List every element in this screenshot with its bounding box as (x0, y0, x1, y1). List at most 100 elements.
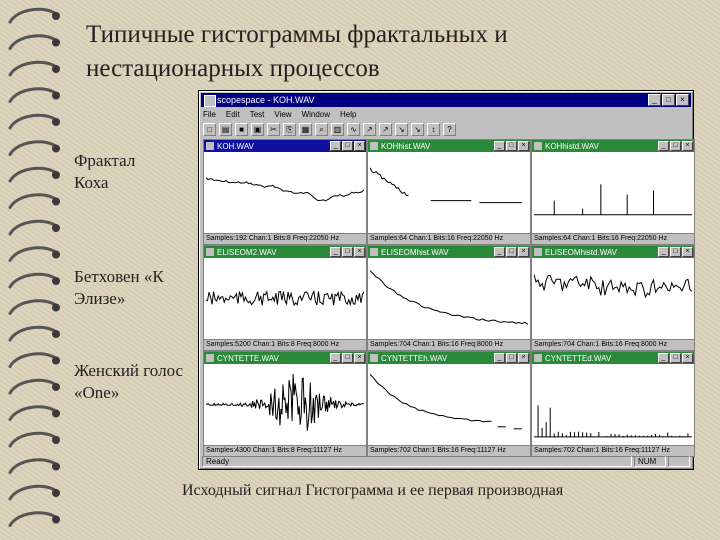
menu-window[interactable]: Window (302, 110, 330, 119)
child-window-status: Samples:192 Chan:1 Bits:8 Freq:22050 Hz (204, 233, 366, 244)
document-icon[interactable] (534, 142, 542, 150)
document-icon[interactable] (370, 354, 378, 362)
label-koch-fractal: Фрактал Коха (74, 151, 136, 192)
tool-icon[interactable]: ↘ (411, 122, 424, 136)
close-button[interactable]: × (676, 94, 689, 106)
child-window-title: KOH.WAV (217, 141, 254, 151)
maximize-button[interactable]: □ (342, 141, 353, 151)
child-window[interactable]: KOH.WAV _ □ × Samples:192 Chan:1 Bits:8 Freq… (203, 139, 367, 245)
child-window[interactable]: CYNTETTEd.WAV _ □ × Samples:702 Chan:1 Bits:… (531, 351, 695, 457)
spiral-ring (8, 405, 58, 421)
child-window-title: CYNTETTE.WAV (217, 353, 279, 363)
minimize-button[interactable]: _ (330, 353, 341, 363)
child-window-titlebar[interactable]: ELISEOMhist.WAV _ □ × (368, 246, 530, 258)
derivative-trace (534, 274, 692, 299)
status-num: NUM (634, 456, 666, 467)
label-female-voice: Женский голос «One» (74, 361, 184, 402)
child-window[interactable]: KOHhist.WAV _ □ × Samples:64 Chan:1 Bits:16 … (367, 139, 531, 245)
document-icon[interactable] (534, 354, 542, 362)
menu-help[interactable]: Help (340, 110, 356, 119)
save-icon[interactable]: ■ (235, 122, 248, 136)
tool-icon[interactable]: ↕ (427, 122, 440, 136)
window-titlebar[interactable]: scopespace - KOH.WAV _ □ × (201, 93, 691, 107)
close-button[interactable]: × (354, 353, 365, 363)
close-button[interactable]: × (518, 141, 529, 151)
child-window-titlebar[interactable]: KOHhist.WAV _ □ × (368, 140, 530, 152)
spiral-ring (8, 325, 58, 342)
child-window-titlebar[interactable]: KOH.WAV _ □ × (204, 140, 366, 152)
spiral-hole (52, 224, 60, 232)
document-icon[interactable] (206, 354, 214, 362)
child-window-status: Samples:5200 Chan:1 Bits:8 Freq:8000 Hz (204, 339, 366, 350)
document-icon[interactable] (206, 142, 214, 150)
menu-test[interactable]: Test (250, 110, 265, 119)
help-icon[interactable]: ? (443, 122, 456, 136)
child-window-titlebar[interactable]: CYNTETTEd.WAV _ □ × (532, 352, 694, 364)
minimize-button[interactable]: _ (658, 353, 669, 363)
copy-icon[interactable]: ⎘ (283, 122, 296, 136)
child-window-titlebar[interactable]: ELISEOM2.WAV _ □ × (204, 246, 366, 258)
tool-icon[interactable]: ↘ (395, 122, 408, 136)
close-button[interactable]: × (518, 353, 529, 363)
tool-icon[interactable]: ↗ (379, 122, 392, 136)
wave-icon[interactable]: ∿ (347, 122, 360, 136)
document-icon[interactable] (534, 248, 542, 256)
close-button[interactable]: × (354, 141, 365, 151)
spiral-ring (8, 34, 58, 50)
child-window[interactable]: CYNTETTEh.WAV _ □ × Samples:702 Chan:1 Bits:… (367, 351, 531, 457)
close-button[interactable]: × (682, 353, 693, 363)
minimize-button[interactable]: _ (494, 353, 505, 363)
document-icon[interactable] (370, 248, 378, 256)
minimize-button[interactable]: _ (494, 247, 505, 257)
label-beethoven: Бетховен «К Элизе» (74, 267, 164, 308)
close-button[interactable]: × (518, 247, 529, 257)
child-window[interactable]: KOHhistd.WAV _ □ × Samples:64 Chan:1 Bits:16… (531, 139, 695, 245)
maximize-button[interactable]: □ (506, 247, 517, 257)
maximize-button[interactable]: □ (342, 353, 353, 363)
zoom-icon[interactable]: ⌕ (315, 122, 328, 136)
maximize-button[interactable]: □ (662, 94, 675, 106)
print-icon[interactable]: ▣ (251, 122, 264, 136)
child-window[interactable]: ELISEOMhist.WAV _ □ × Samples:704 Chan:1 Bit… (367, 245, 531, 351)
histogram-trace (370, 167, 409, 197)
child-window-titlebar[interactable]: CYNTETTE.WAV _ □ × (204, 352, 366, 364)
spiral-ring (8, 219, 58, 236)
maximize-button[interactable]: □ (342, 247, 353, 257)
minimize-button[interactable]: _ (658, 141, 669, 151)
cut-icon[interactable]: ✂ (267, 122, 280, 136)
paste-icon[interactable]: ▦ (299, 122, 312, 136)
minimize-button[interactable]: _ (330, 247, 341, 257)
close-button[interactable]: × (354, 247, 365, 257)
close-button[interactable]: × (682, 247, 693, 257)
menu-file[interactable]: File (203, 110, 216, 119)
status-bar: Ready NUM (202, 456, 690, 467)
child-window[interactable]: CYNTETTE.WAV _ □ × Samples:4300 Chan:1 Bits:… (203, 351, 367, 457)
minimize-button[interactable]: _ (330, 141, 341, 151)
child-window-titlebar[interactable]: ELISEOMhistd.WAV _ □ × (532, 246, 694, 258)
menu-view[interactable]: View (274, 110, 291, 119)
child-window-status: Samples:702 Chan:1 Bits:16 Freq:11127 Hz (532, 445, 694, 456)
new-icon[interactable]: □ (203, 122, 216, 136)
menu-edit[interactable]: Edit (226, 110, 240, 119)
minimize-button[interactable]: _ (494, 141, 505, 151)
maximize-button[interactable]: □ (506, 141, 517, 151)
maximize-button[interactable]: □ (670, 353, 681, 363)
maximize-button[interactable]: □ (670, 141, 681, 151)
spiral-binding (8, 7, 60, 527)
tool-icon[interactable]: ↗ (363, 122, 376, 136)
menu-bar: File Edit Test View Window Help (203, 108, 689, 120)
maximize-button[interactable]: □ (506, 353, 517, 363)
minimize-button[interactable]: _ (648, 94, 661, 106)
document-icon[interactable] (370, 142, 378, 150)
document-icon[interactable] (206, 248, 214, 256)
minimize-button[interactable]: _ (658, 247, 669, 257)
maximize-button[interactable]: □ (670, 247, 681, 257)
child-window-titlebar[interactable]: KOHhistd.WAV _ □ × (532, 140, 694, 152)
child-window[interactable]: ELISEOM2.WAV _ □ × Samples:5200 Chan:1 Bits:… (203, 245, 367, 351)
child-window[interactable]: ELISEOMhistd.WAV _ □ × Samples:704 Chan:1 Bi… (531, 245, 695, 351)
open-icon[interactable]: ▤ (219, 122, 232, 136)
histogram-icon[interactable]: ▥ (331, 122, 344, 136)
app-icon[interactable] (204, 95, 216, 107)
close-button[interactable]: × (682, 141, 693, 151)
child-window-titlebar[interactable]: CYNTETTEh.WAV _ □ × (368, 352, 530, 364)
